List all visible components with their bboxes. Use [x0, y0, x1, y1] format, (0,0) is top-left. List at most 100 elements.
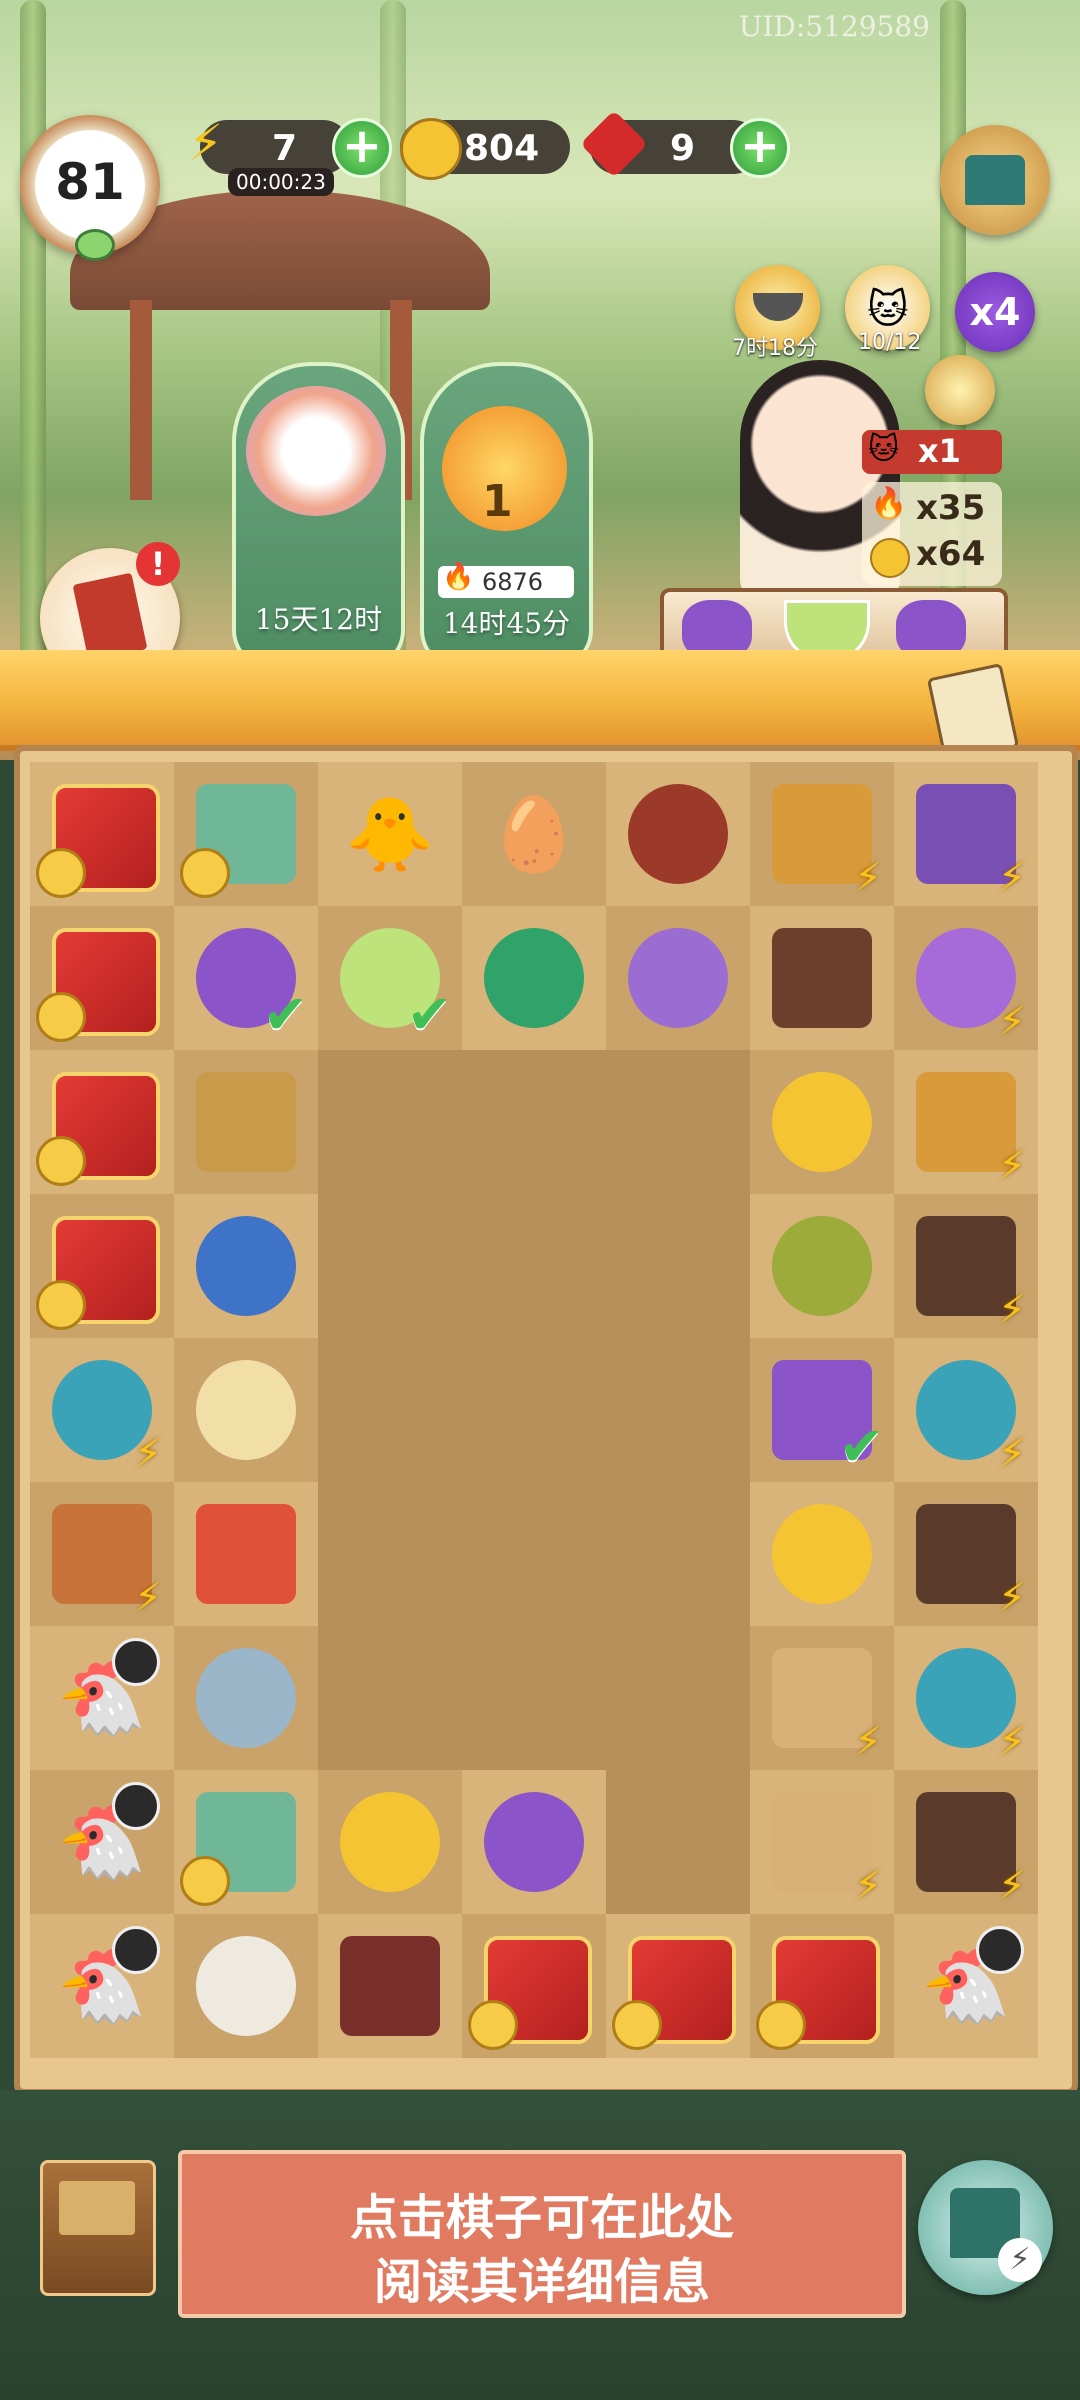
- board-cell[interactable]: ⚡: [894, 1050, 1038, 1194]
- cat-event-card[interactable]: 15天12时: [232, 362, 405, 670]
- board-cell[interactable]: [606, 1050, 750, 1194]
- board-cell[interactable]: [606, 1482, 750, 1626]
- board-cell[interactable]: 🐔: [30, 1914, 174, 2058]
- nest-icon[interactable]: [628, 784, 728, 884]
- board-cell[interactable]: [462, 1770, 606, 1914]
- cat-face-icon: 🐱: [868, 432, 900, 467]
- board-cell[interactable]: [606, 1914, 750, 2058]
- board-cell[interactable]: [174, 1194, 318, 1338]
- board-cell[interactable]: [606, 1338, 750, 1482]
- board-cell[interactable]: [750, 1050, 894, 1194]
- board-cell[interactable]: ⚡: [30, 1482, 174, 1626]
- board-cell[interactable]: ⚡: [750, 1626, 894, 1770]
- board-cell[interactable]: [750, 1914, 894, 2058]
- board-cell[interactable]: [318, 1626, 462, 1770]
- board-cell[interactable]: [174, 1482, 318, 1626]
- order-cat-badge: 🐱 x1: [862, 430, 1002, 474]
- bowl-order-icon[interactable]: [925, 355, 995, 425]
- board-cell[interactable]: [750, 1482, 894, 1626]
- board-cell[interactable]: [30, 1194, 174, 1338]
- dragon-badge-number: 1: [482, 476, 513, 527]
- purple-pouch-icon[interactable]: [484, 1792, 584, 1892]
- board-cell[interactable]: ⚡: [894, 1770, 1038, 1914]
- board-cell[interactable]: 🥚: [462, 762, 606, 906]
- cabinet-storage-button[interactable]: [40, 2160, 156, 2296]
- board-cell[interactable]: ⚡: [894, 1338, 1038, 1482]
- egg-nest-icon[interactable]: 🥚: [484, 784, 584, 884]
- board-cell[interactable]: [462, 1626, 606, 1770]
- board-cell[interactable]: [318, 1194, 462, 1338]
- add-gems-button[interactable]: +: [730, 118, 790, 178]
- chick-nest-icon[interactable]: 🐥: [340, 784, 440, 884]
- woven-basket-icon[interactable]: [772, 1216, 872, 1316]
- board-cell[interactable]: ⚡: [894, 1194, 1038, 1338]
- board-cell[interactable]: [318, 1914, 462, 2058]
- board-cell[interactable]: ⚡: [30, 1338, 174, 1482]
- coins-icon[interactable]: [772, 1072, 872, 1172]
- feather-icon[interactable]: [196, 1648, 296, 1748]
- board-cell[interactable]: 🐔: [30, 1770, 174, 1914]
- gift-box-icon[interactable]: [340, 1936, 440, 2036]
- dragon-score: 6876: [482, 568, 544, 596]
- board-cell[interactable]: [174, 1770, 318, 1914]
- board-cell[interactable]: [606, 1194, 750, 1338]
- board-cell[interactable]: [606, 906, 750, 1050]
- board-cell[interactable]: [174, 1050, 318, 1194]
- board-cell[interactable]: ⚡: [894, 762, 1038, 906]
- board-cell[interactable]: [462, 1338, 606, 1482]
- board-cell[interactable]: [318, 1770, 462, 1914]
- coin-icon: [400, 118, 462, 180]
- cocoon-icon[interactable]: [196, 1936, 296, 2036]
- add-energy-button[interactable]: +: [332, 118, 392, 178]
- multiplier-button[interactable]: x4: [955, 272, 1035, 352]
- info-line-2: 阅读其详细信息: [373, 2254, 710, 2310]
- board-cell[interactable]: [462, 1050, 606, 1194]
- board-cell[interactable]: ⚡: [894, 906, 1038, 1050]
- board-cell[interactable]: 🐔: [894, 1914, 1038, 2058]
- watermelon-icon[interactable]: [196, 1504, 296, 1604]
- board-cell[interactable]: [30, 906, 174, 1050]
- dragon-event-card[interactable]: 1 🔥 6876 14时45分: [420, 362, 593, 670]
- board-cell[interactable]: ⚡: [750, 762, 894, 906]
- board-cell[interactable]: [606, 1770, 750, 1914]
- board-cell[interactable]: [30, 762, 174, 906]
- board-cell[interactable]: [174, 1626, 318, 1770]
- board-cell[interactable]: [462, 906, 606, 1050]
- board-cell[interactable]: ⚡: [894, 1482, 1038, 1626]
- board-cell[interactable]: [174, 762, 318, 906]
- board-cell[interactable]: [606, 762, 750, 906]
- board-cell[interactable]: ⚡: [750, 1770, 894, 1914]
- coins-icon[interactable]: [772, 1504, 872, 1604]
- board-cell[interactable]: [318, 1338, 462, 1482]
- player-level-badge[interactable]: 81: [20, 115, 160, 261]
- coins-value: 804: [464, 128, 540, 169]
- board-cell[interactable]: ✔: [750, 1338, 894, 1482]
- board-cell[interactable]: [606, 1626, 750, 1770]
- tea-box-icon[interactable]: [196, 1072, 296, 1172]
- board-cell[interactable]: [30, 1050, 174, 1194]
- board-cell[interactable]: ✔: [174, 906, 318, 1050]
- board-cell[interactable]: 🐥: [318, 762, 462, 906]
- board-cell[interactable]: [462, 1482, 606, 1626]
- coin-icon[interactable]: [340, 1792, 440, 1892]
- pavilion-button[interactable]: ⚡: [918, 2160, 1053, 2295]
- board-cell[interactable]: ⚡: [894, 1626, 1038, 1770]
- coin-lock-icon: [756, 2000, 806, 2050]
- board-cell[interactable]: [462, 1194, 606, 1338]
- board-cell[interactable]: [174, 1914, 318, 2058]
- board-cell[interactable]: [318, 1482, 462, 1626]
- board-cell[interactable]: [750, 906, 894, 1050]
- board-cell[interactable]: [750, 1194, 894, 1338]
- mirror-icon[interactable]: [628, 928, 728, 1028]
- dessert-bowl-icon[interactable]: [196, 1360, 296, 1460]
- jade-icon: [75, 229, 115, 261]
- board-cell[interactable]: [174, 1338, 318, 1482]
- teacup-icon[interactable]: [196, 1216, 296, 1316]
- shop-temple-button[interactable]: [940, 125, 1050, 235]
- board-cell[interactable]: [318, 1050, 462, 1194]
- gourd-icon[interactable]: [484, 928, 584, 1028]
- board-cell[interactable]: [462, 1914, 606, 2058]
- wooden-chest-icon[interactable]: [772, 928, 872, 1028]
- board-cell[interactable]: 🐔: [30, 1626, 174, 1770]
- board-cell[interactable]: ✔: [318, 906, 462, 1050]
